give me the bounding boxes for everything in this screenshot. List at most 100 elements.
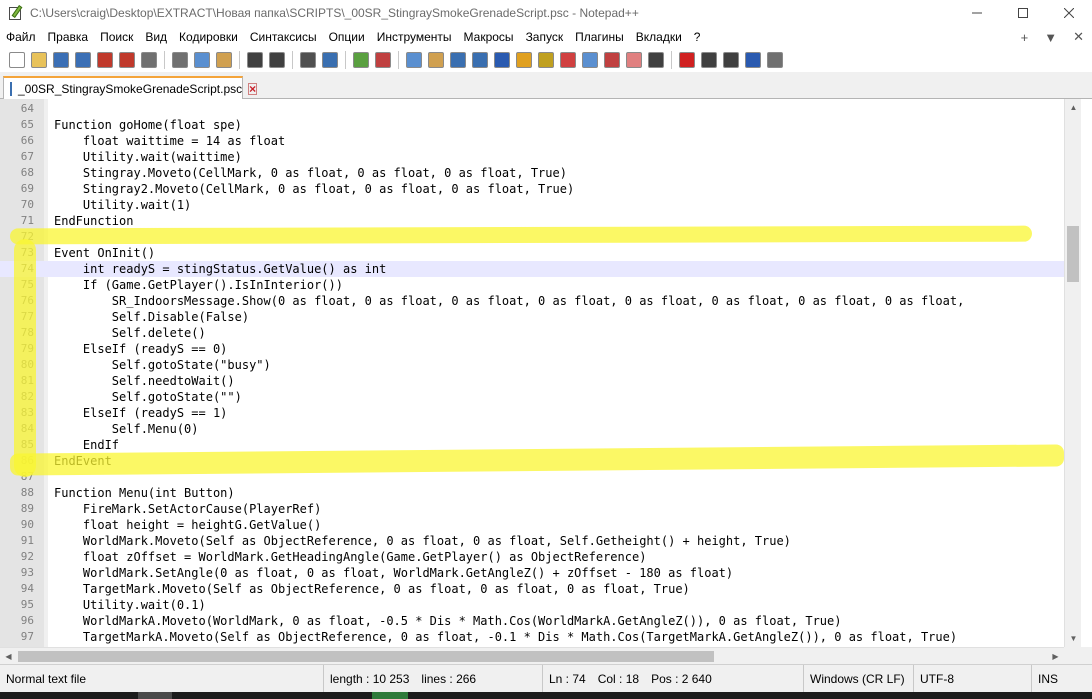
close-file-icon[interactable] bbox=[97, 52, 113, 68]
redo-icon[interactable] bbox=[269, 52, 285, 68]
code-text[interactable]: Self.delete() bbox=[54, 325, 206, 341]
new-file-icon[interactable] bbox=[9, 52, 25, 68]
tab-list-icon[interactable]: ▼ bbox=[1044, 30, 1057, 45]
code-line[interactable]: 84 Self.Menu(0) bbox=[0, 421, 1064, 437]
code-line[interactable]: 66 float waittime = 14 as float bbox=[0, 133, 1064, 149]
code-line[interactable]: 76 SR_IndoorsMessage.Show(0 as float, 0 … bbox=[0, 293, 1064, 309]
code-line[interactable]: 67 Utility.wait(waittime) bbox=[0, 149, 1064, 165]
code-line[interactable]: 69 Stingray2.Moveto(CellMark, 0 as float… bbox=[0, 181, 1064, 197]
code-line[interactable]: 83 ElseIf (readyS == 1) bbox=[0, 405, 1064, 421]
copy-icon[interactable] bbox=[194, 52, 210, 68]
menu-item[interactable]: Вкладки bbox=[630, 30, 688, 44]
scroll-left-icon[interactable]: ◀ bbox=[0, 648, 17, 665]
new-tab-icon[interactable]: + bbox=[1021, 30, 1029, 45]
code-line[interactable]: 78 Self.delete() bbox=[0, 325, 1064, 341]
code-text[interactable]: float height = heightG.GetValue() bbox=[54, 517, 321, 533]
menu-item[interactable]: Вид bbox=[139, 30, 173, 44]
save-macro-icon[interactable] bbox=[767, 52, 783, 68]
vertical-scrollbar[interactable]: ▲ ▼ bbox=[1064, 99, 1081, 647]
code-line[interactable]: 82 Self.gotoState("") bbox=[0, 389, 1064, 405]
code-text[interactable]: int readyS = stingStatus.GetValue() as i… bbox=[54, 261, 386, 277]
function-list-icon[interactable] bbox=[538, 52, 554, 68]
scroll-down-icon[interactable]: ▼ bbox=[1065, 630, 1082, 647]
print-icon[interactable] bbox=[141, 52, 157, 68]
code-line[interactable]: 79 ElseIf (readyS == 0) bbox=[0, 341, 1064, 357]
undo-icon[interactable] bbox=[247, 52, 263, 68]
zoom-out-icon[interactable] bbox=[375, 52, 391, 68]
code-line[interactable]: 73Event OnInit() bbox=[0, 245, 1064, 261]
stop-macro-icon[interactable] bbox=[701, 52, 717, 68]
scroll-right-icon[interactable]: ▶ bbox=[1047, 648, 1064, 665]
menu-item[interactable]: Опции bbox=[323, 30, 371, 44]
word-wrap-icon[interactable] bbox=[450, 52, 466, 68]
code-text[interactable]: Self.Menu(0) bbox=[54, 421, 199, 437]
close-all-icon[interactable] bbox=[119, 52, 135, 68]
code-text[interactable]: Event OnInit() bbox=[54, 245, 155, 261]
code-line[interactable]: 64 bbox=[0, 101, 1064, 117]
code-text[interactable]: ElseIf (readyS == 1) bbox=[54, 405, 228, 421]
code-text[interactable]: Function Menu(int Button) bbox=[54, 485, 235, 501]
code-line[interactable]: 81 Self.needtoWait() bbox=[0, 373, 1064, 389]
code-line[interactable]: 95 Utility.wait(0.1) bbox=[0, 597, 1064, 613]
code-text[interactable]: Stingray.Moveto(CellMark, 0 as float, 0 … bbox=[54, 165, 567, 181]
code-line[interactable]: 93 WorldMark.SetAngle(0 as float, 0 as f… bbox=[0, 565, 1064, 581]
code-line[interactable]: 90 float height = heightG.GetValue() bbox=[0, 517, 1064, 533]
code-text[interactable]: SR_IndoorsMessage.Show(0 as float, 0 as … bbox=[54, 293, 965, 309]
folder-icon[interactable] bbox=[626, 52, 642, 68]
code-text[interactable]: WorldMarkA.Moveto(WorldMark, 0 as float,… bbox=[54, 613, 842, 629]
code-text[interactable]: TargetMarkA.Moveto(Self as ObjectReferen… bbox=[54, 629, 957, 645]
code-text[interactable]: Self.gotoState("busy") bbox=[54, 357, 271, 373]
menu-item[interactable]: Кодировки bbox=[173, 30, 244, 44]
code-text[interactable]: WorldMark.Moveto(Self as ObjectReference… bbox=[54, 533, 791, 549]
menu-item[interactable]: ? bbox=[688, 30, 707, 44]
code-text[interactable]: float waittime = 14 as float bbox=[54, 133, 285, 149]
code-text[interactable]: Utility.wait(1) bbox=[54, 197, 191, 213]
code-line[interactable]: 96 WorldMarkA.Moveto(WorldMark, 0 as flo… bbox=[0, 613, 1064, 629]
code-text[interactable]: ElseIf (readyS == 0) bbox=[54, 341, 228, 357]
zoom-in-icon[interactable] bbox=[353, 52, 369, 68]
code-text[interactable]: FireMark.SetActorCause(PlayerRef) bbox=[54, 501, 321, 517]
code-line[interactable]: 80 Self.gotoState("busy") bbox=[0, 357, 1064, 373]
menu-item[interactable]: Файл bbox=[0, 30, 42, 44]
code-line[interactable]: 77 Self.Disable(False) bbox=[0, 309, 1064, 325]
doc-map-icon[interactable] bbox=[516, 52, 532, 68]
save-all-icon[interactable] bbox=[75, 52, 91, 68]
paste-icon[interactable] bbox=[216, 52, 232, 68]
code-text[interactable]: Stingray2.Moveto(CellMark, 0 as float, 0… bbox=[54, 181, 574, 197]
scroll-up-icon[interactable]: ▲ bbox=[1065, 99, 1082, 116]
maximize-button[interactable] bbox=[1000, 0, 1046, 26]
play-macro-icon[interactable] bbox=[723, 52, 739, 68]
tab-file[interactable]: _00SR_StingraySmokeGrenadeScript.psc × bbox=[3, 76, 258, 100]
code-line[interactable]: 75 If (Game.GetPlayer().IsInInterior()) bbox=[0, 277, 1064, 293]
code-line[interactable]: 74 int readyS = stingStatus.GetValue() a… bbox=[0, 261, 1064, 277]
record-macro-icon[interactable] bbox=[679, 52, 695, 68]
monitoring-icon[interactable] bbox=[604, 52, 620, 68]
vertical-scroll-thumb[interactable] bbox=[1067, 226, 1079, 282]
code-text[interactable]: Self.needtoWait() bbox=[54, 373, 235, 389]
menu-item[interactable]: Синтаксисы bbox=[244, 30, 323, 44]
code-line[interactable]: 68 Stingray.Moveto(CellMark, 0 as float,… bbox=[0, 165, 1064, 181]
doc-list-icon[interactable] bbox=[582, 52, 598, 68]
code-line[interactable]: 89 FireMark.SetActorCause(PlayerRef) bbox=[0, 501, 1064, 517]
horizontal-scroll-thumb[interactable] bbox=[18, 651, 714, 662]
find-icon[interactable] bbox=[300, 52, 316, 68]
code-text[interactable]: float zOffset = WorldMark.GetHeadingAngl… bbox=[54, 549, 647, 565]
code-line[interactable]: 70 Utility.wait(1) bbox=[0, 197, 1064, 213]
code-text[interactable]: EndFunction bbox=[54, 213, 133, 229]
code-line[interactable]: 94 TargetMark.Moveto(Self as ObjectRefer… bbox=[0, 581, 1064, 597]
open-file-icon[interactable] bbox=[31, 52, 47, 68]
code-line[interactable]: 65 Function goHome(float spe) bbox=[0, 117, 1064, 133]
code-text[interactable]: Self.gotoState("") bbox=[54, 389, 242, 405]
code-line[interactable]: 88 Function Menu(int Button) bbox=[0, 485, 1064, 501]
code-text[interactable]: Utility.wait(waittime) bbox=[54, 149, 242, 165]
code-line[interactable]: 97 TargetMarkA.Moveto(Self as ObjectRefe… bbox=[0, 629, 1064, 645]
editor[interactable]: 64 65 Function goHome(float spe) 66 float w… bbox=[0, 99, 1092, 647]
menu-item[interactable]: Запуск bbox=[520, 30, 570, 44]
close-tab-icon[interactable]: ✕ bbox=[1073, 29, 1084, 45]
eye-icon[interactable] bbox=[648, 52, 664, 68]
play-multiple-icon[interactable] bbox=[745, 52, 761, 68]
code-text[interactable]: Function goHome(float spe) bbox=[54, 117, 242, 133]
code-text[interactable]: WorldMark.SetAngle(0 as float, 0 as floa… bbox=[54, 565, 733, 581]
code-line[interactable]: 92 float zOffset = WorldMark.GetHeadingA… bbox=[0, 549, 1064, 565]
menu-item[interactable]: Инструменты bbox=[371, 30, 458, 44]
